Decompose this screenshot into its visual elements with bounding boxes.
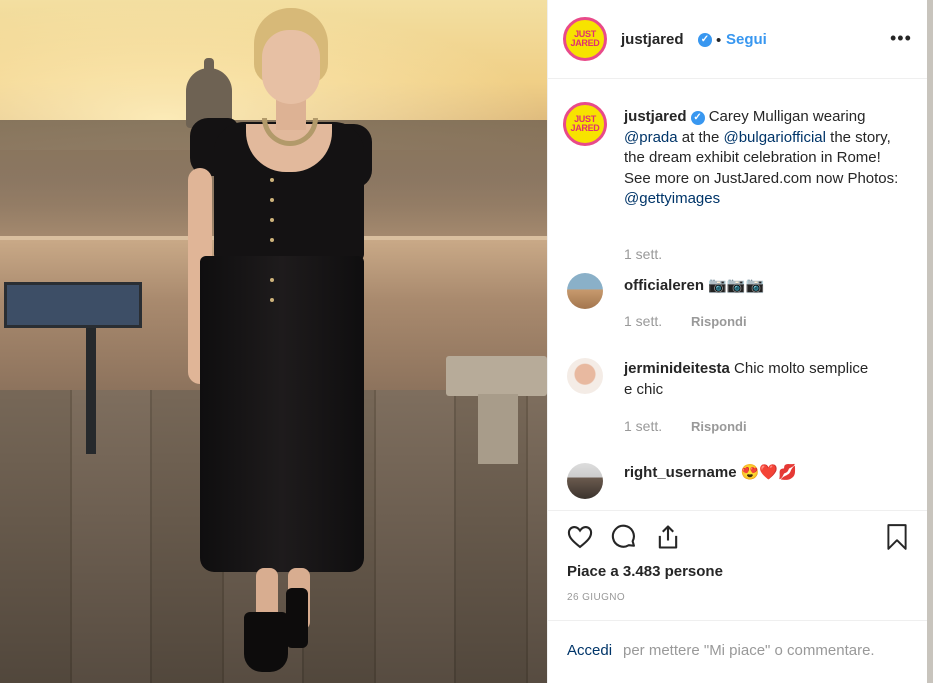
comment-username[interactable]: jerminideitesta (624, 360, 730, 377)
bench-leg (478, 394, 518, 464)
comment-icon[interactable] (610, 523, 638, 556)
mention-link[interactable]: @bulgariofficial (723, 129, 826, 146)
instagram-post: JUST JARED justjared ✓ • Segui ••• JUST … (0, 0, 933, 683)
reply-button[interactable]: Rispondi (691, 314, 747, 329)
window-edge (927, 0, 933, 683)
comment-text: officialeren 📷📷📷 (624, 276, 904, 297)
dress-button (270, 198, 274, 202)
reply-button[interactable]: Rispondi (691, 419, 747, 434)
info-sign (4, 282, 142, 328)
caption-part: Carey Mulligan wearing (704, 108, 866, 125)
post-header: JUST JARED justjared ✓ • Segui ••• (548, 0, 928, 79)
more-options-icon[interactable]: ••• (890, 28, 912, 49)
comments-list[interactable]: JUST JARED justjared ✓ Carey Mulligan wea… (548, 80, 928, 510)
sandal-left (244, 612, 288, 672)
sign-post (86, 328, 96, 454)
mention-link[interactable]: @prada (624, 129, 678, 146)
comment-timestamp[interactable]: 1 sett. (624, 313, 662, 329)
stone-bench (446, 356, 547, 396)
dress-button (270, 278, 274, 282)
caption-text: justjared ✓ Carey Mulligan wearing @prada… (624, 107, 904, 210)
profile-avatar[interactable]: JUST JARED (563, 17, 607, 61)
verified-badge-icon: ✓ (698, 33, 712, 47)
login-prompt-text: per mettere "Mi piace" o commentare. (623, 642, 875, 659)
likes-count[interactable]: Piace a 3.483 persone (567, 563, 723, 580)
dress-button (270, 298, 274, 302)
dress-button (270, 178, 274, 182)
comment-username[interactable]: right_username (624, 464, 737, 481)
commenter-avatar[interactable] (567, 463, 603, 499)
avatar-logo-text: JUST JARED (570, 29, 600, 48)
dress-button (270, 218, 274, 222)
post-photo[interactable] (0, 0, 547, 683)
caption-timestamp[interactable]: 1 sett. (624, 246, 662, 262)
comment-body: 📷📷📷 (704, 277, 765, 294)
comment-body: 😍❤️💋 (736, 464, 797, 481)
commenter-avatar[interactable] (567, 358, 603, 394)
follow-button[interactable]: Segui (726, 31, 767, 48)
comment-username[interactable]: officialeren (624, 277, 704, 294)
dress-button (270, 238, 274, 242)
caption-avatar[interactable]: JUST JARED (563, 102, 607, 146)
post-date[interactable]: 26 GIUGNO (567, 592, 625, 603)
commenter-avatar[interactable] (567, 273, 603, 309)
caption-username[interactable]: justjared (624, 108, 687, 125)
post-actions: Piace a 3.483 persone 26 GIUGNO (548, 510, 928, 630)
header-username[interactable]: justjared (621, 31, 684, 48)
heart-icon[interactable] (566, 523, 594, 556)
sandal-right (286, 588, 308, 648)
avatar-logo-text: JUST JARED (570, 114, 600, 133)
comment-text: right_username 😍❤️💋 (624, 463, 904, 484)
login-link[interactable]: Accedi (567, 642, 612, 659)
dress-skirt (200, 256, 364, 572)
header-separator: • (716, 32, 722, 49)
mention-link[interactable]: @gettyimages (624, 190, 720, 207)
side-panel: JUST JARED justjared ✓ • Segui ••• JUST … (547, 0, 928, 683)
verified-badge-icon: ✓ (690, 111, 705, 125)
face (262, 30, 320, 104)
login-prompt: Accedi per mettere "Mi piace" o commenta… (548, 620, 928, 683)
comment-text: jerminideitesta Chic molto semplice e ch… (624, 359, 874, 400)
share-icon[interactable] (654, 523, 682, 556)
caption-part: at the (677, 128, 724, 146)
bookmark-icon[interactable] (884, 523, 910, 556)
comment-timestamp[interactable]: 1 sett. (624, 418, 662, 434)
